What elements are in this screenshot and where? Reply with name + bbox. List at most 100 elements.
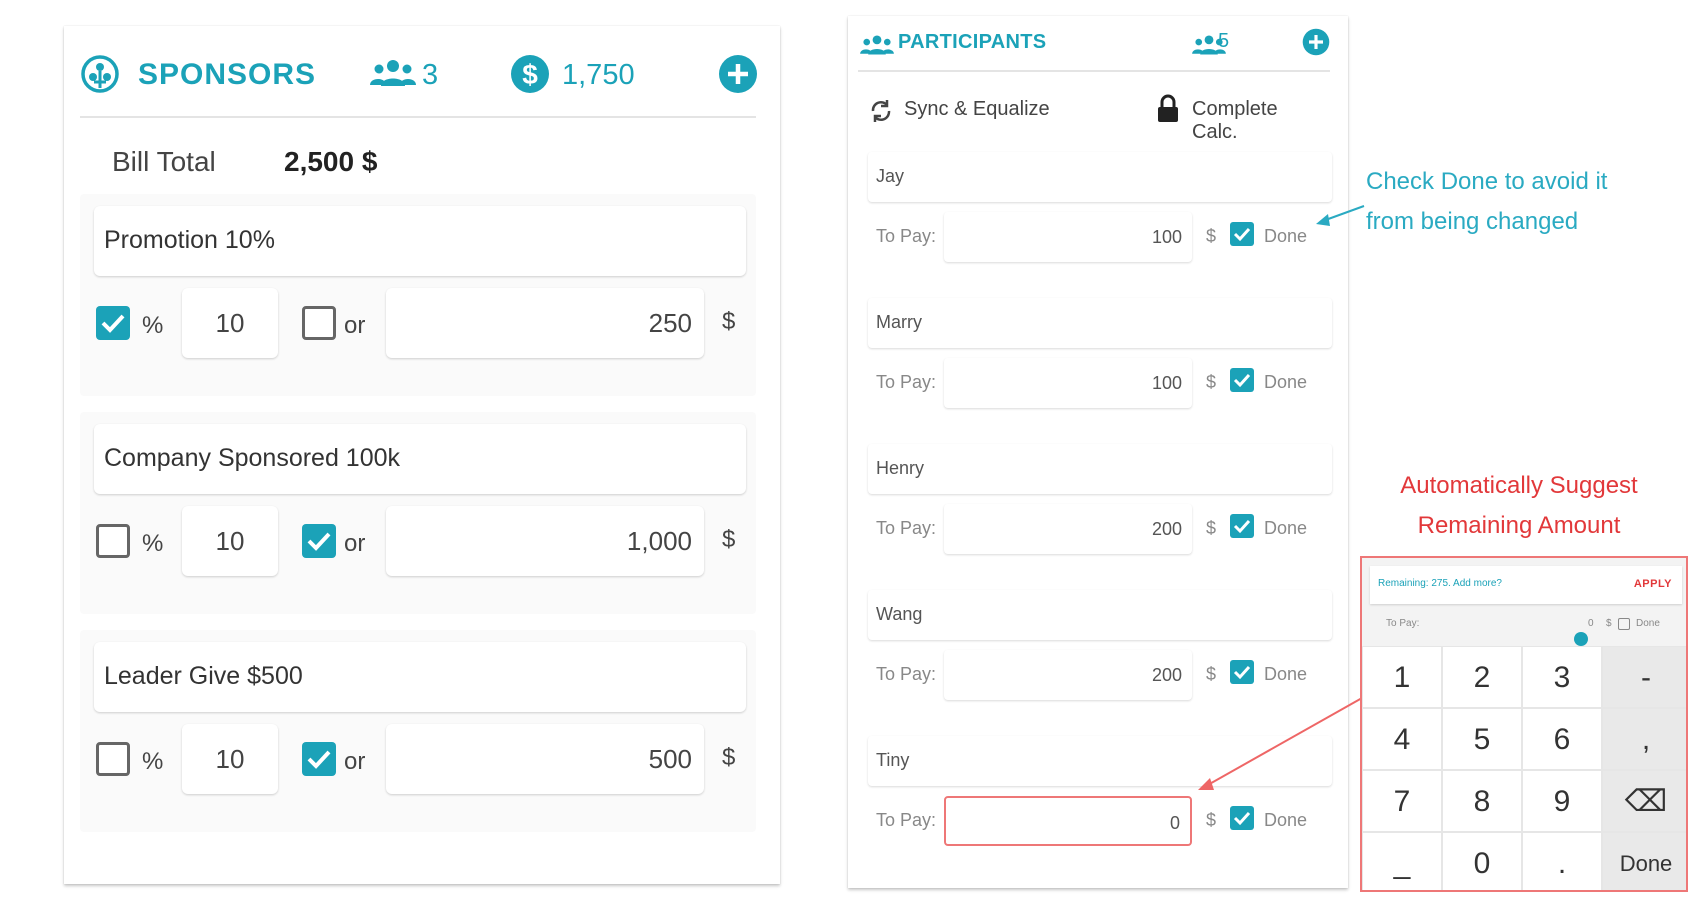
key-9[interactable]: 9 bbox=[1522, 770, 1602, 832]
sponsor-name-input[interactable]: Leader Give $500 bbox=[94, 642, 746, 712]
key-done[interactable]: Done bbox=[1602, 832, 1686, 890]
currency-label: $ bbox=[722, 308, 736, 335]
percent-checkbox[interactable] bbox=[96, 306, 130, 340]
suggestion-text: Remaining: 275. Add more? bbox=[1378, 578, 1502, 589]
done-checkbox[interactable] bbox=[1230, 514, 1254, 538]
key-1[interactable]: 1 bbox=[1362, 646, 1442, 708]
participant-name-input[interactable]: Henry bbox=[868, 444, 1332, 494]
percent-input[interactable]: 10 bbox=[182, 506, 278, 576]
amount-input[interactable]: 500 bbox=[386, 724, 704, 794]
percent-label: % bbox=[142, 312, 164, 339]
mini-done-checkbox[interactable] bbox=[1618, 618, 1630, 630]
bill-total-value: 2,500 $ bbox=[284, 146, 378, 177]
participant-row: Tiny To Pay: 0 $ Done bbox=[868, 736, 1332, 868]
key-2[interactable]: 2 bbox=[1442, 646, 1522, 708]
or-label: or bbox=[344, 748, 366, 775]
percent-input[interactable]: 10 bbox=[182, 724, 278, 794]
mini-value: 0 bbox=[1588, 618, 1594, 629]
add-participant-icon[interactable] bbox=[1302, 28, 1330, 61]
sponsor-card: Company Sponsored 100k % 10 or 1,000 $ bbox=[80, 412, 756, 614]
to-pay-label: To Pay: bbox=[876, 518, 937, 538]
lock-icon[interactable] bbox=[1156, 94, 1180, 129]
percent-checkbox[interactable] bbox=[96, 524, 130, 558]
checkmark-icon bbox=[1233, 665, 1251, 680]
people-icon bbox=[370, 58, 416, 93]
key-comma[interactable]: , bbox=[1602, 708, 1686, 770]
participants-count: 5 bbox=[1218, 30, 1230, 52]
amount-input[interactable]: 250 bbox=[386, 288, 704, 358]
dollar-icon: $ bbox=[510, 54, 550, 99]
participant-name-input[interactable]: Jay bbox=[868, 152, 1332, 202]
sponsor-card: Leader Give $500 % 10 or 500 $ bbox=[80, 630, 756, 832]
sync-equalize-button[interactable]: Sync & Equalize bbox=[904, 98, 1050, 121]
done-annotation: Check Done to avoid it from being change… bbox=[1366, 162, 1676, 242]
done-checkbox[interactable] bbox=[1230, 806, 1254, 830]
key-space[interactable]: _ bbox=[1362, 832, 1442, 890]
add-sponsor-icon[interactable] bbox=[718, 54, 758, 99]
percent-checkbox[interactable] bbox=[96, 742, 130, 776]
done-checkbox[interactable] bbox=[1230, 222, 1254, 246]
done-annotation-line: Check Done to avoid it bbox=[1366, 168, 1608, 195]
done-label: Done bbox=[1264, 518, 1308, 538]
percent-label: % bbox=[142, 748, 164, 775]
done-checkbox[interactable] bbox=[1230, 368, 1254, 392]
complete-calc-button[interactable]: Complete Calc. bbox=[1192, 98, 1328, 144]
or-label: or bbox=[344, 312, 366, 339]
to-pay-input[interactable]: 200 bbox=[944, 650, 1192, 700]
to-pay-input[interactable]: 100 bbox=[944, 358, 1192, 408]
key-8[interactable]: 8 bbox=[1442, 770, 1522, 832]
sponsors-panel: SPONSORS 3 $ 1,750 Bill Total 2,500 $ Pr… bbox=[64, 26, 780, 884]
checkmark-icon bbox=[1233, 227, 1251, 242]
to-pay-input[interactable]: 200 bbox=[944, 504, 1192, 554]
amount-checkbox[interactable] bbox=[302, 306, 336, 340]
currency-label: $ bbox=[1206, 810, 1217, 830]
done-label: Done bbox=[1264, 810, 1308, 830]
key-3[interactable]: 3 bbox=[1522, 646, 1602, 708]
key-backspace[interactable]: ⌫ bbox=[1602, 770, 1686, 832]
key-minus[interactable]: - bbox=[1602, 646, 1686, 708]
participants-panel: PARTICIPANTS 5 Sync & Equalize Complete … bbox=[848, 16, 1348, 888]
checkmark-icon bbox=[101, 314, 125, 333]
key-7[interactable]: 7 bbox=[1362, 770, 1442, 832]
key-6[interactable]: 6 bbox=[1522, 708, 1602, 770]
currency-label: $ bbox=[722, 744, 736, 771]
percent-input[interactable]: 10 bbox=[182, 288, 278, 358]
participants-toolbar: Sync & Equalize Complete Calc. bbox=[868, 88, 1328, 143]
participant-name-input[interactable]: Marry bbox=[868, 298, 1332, 348]
suggest-annotation: Automatically Suggest Remaining Amount bbox=[1374, 466, 1664, 546]
key-dot[interactable]: . bbox=[1522, 832, 1602, 890]
suggest-annotation-line: Automatically Suggest bbox=[1400, 472, 1638, 499]
amount-checkbox[interactable] bbox=[302, 524, 336, 558]
sponsor-name-input[interactable]: Company Sponsored 100k bbox=[94, 424, 746, 494]
suggest-annotation-line: Remaining Amount bbox=[1417, 512, 1621, 539]
apply-button[interactable]: APPLY bbox=[1634, 578, 1672, 590]
cursor-handle[interactable] bbox=[1574, 632, 1588, 646]
sponsor-name-input[interactable]: Promotion 10% bbox=[94, 206, 746, 276]
to-pay-label: To Pay: bbox=[876, 226, 937, 246]
currency-label: $ bbox=[1206, 372, 1217, 392]
currency-label: $ bbox=[1206, 226, 1217, 246]
checkmark-icon bbox=[307, 532, 331, 551]
to-pay-input[interactable]: 100 bbox=[944, 212, 1192, 262]
checkmark-icon bbox=[1233, 373, 1251, 388]
svg-text:$: $ bbox=[522, 59, 538, 90]
mini-done-label: Done bbox=[1636, 618, 1660, 629]
percent-label: % bbox=[142, 530, 164, 557]
key-5[interactable]: 5 bbox=[1442, 708, 1522, 770]
key-4[interactable]: 4 bbox=[1362, 708, 1442, 770]
checkmark-icon bbox=[307, 750, 331, 769]
key-0[interactable]: 0 bbox=[1442, 832, 1522, 890]
to-pay-label: To Pay: bbox=[876, 810, 937, 830]
to-pay-input-highlighted[interactable]: 0 bbox=[944, 796, 1192, 846]
bill-total-label: Bill Total bbox=[112, 146, 216, 177]
to-pay-label: To Pay: bbox=[876, 664, 937, 684]
done-label: Done bbox=[1264, 664, 1308, 684]
participant-name-input[interactable]: Wang bbox=[868, 590, 1332, 640]
participant-name-input[interactable]: Tiny bbox=[868, 736, 1332, 786]
people-icon bbox=[860, 34, 894, 61]
done-checkbox[interactable] bbox=[1230, 660, 1254, 684]
mini-to-pay-label: To Pay: bbox=[1386, 618, 1420, 629]
amount-input[interactable]: 1,000 bbox=[386, 506, 704, 576]
amount-checkbox[interactable] bbox=[302, 742, 336, 776]
sync-icon[interactable] bbox=[868, 98, 894, 129]
